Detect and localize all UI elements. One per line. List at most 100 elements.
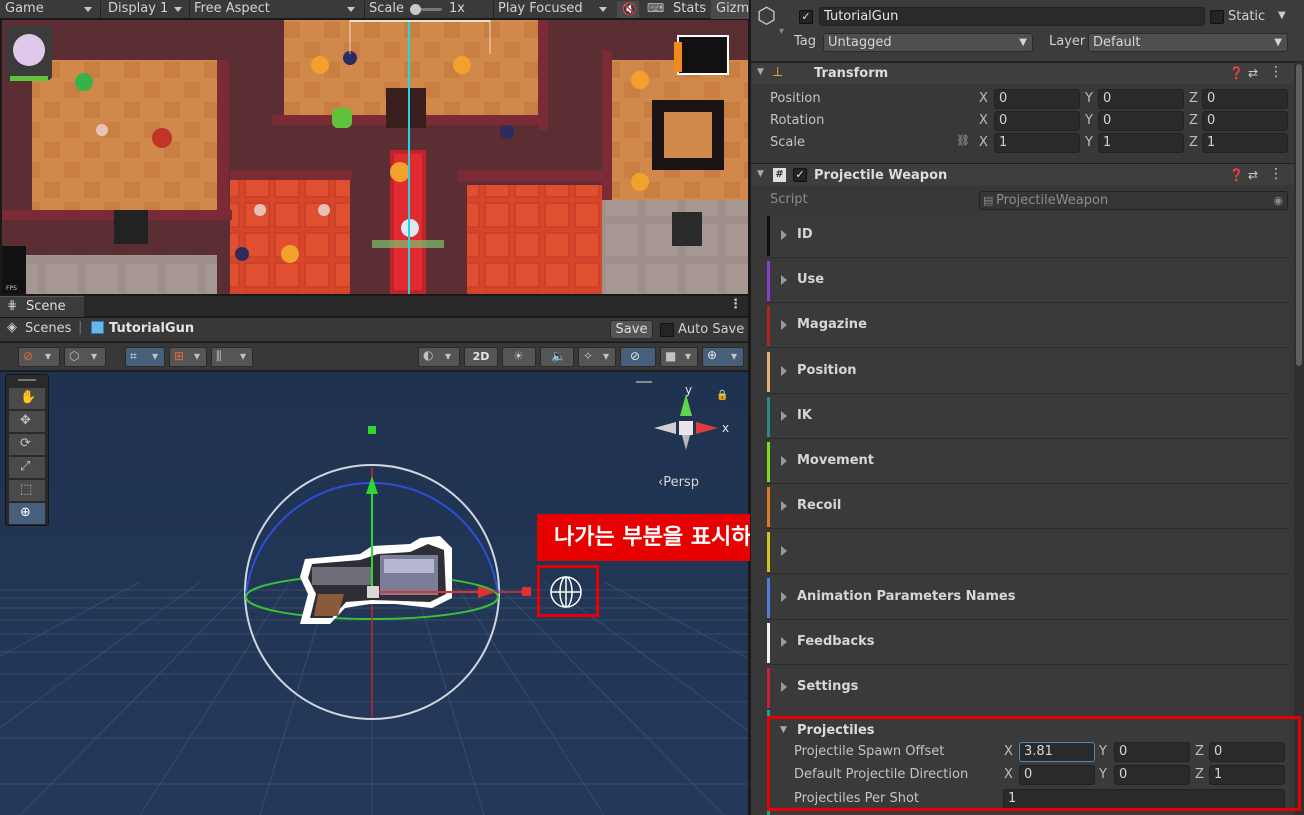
section-foldout[interactable]: Feedbacks — [767, 621, 1289, 665]
align-button[interactable]: ⫼ ▾ — [211, 347, 253, 367]
section-foldout[interactable]: IK — [767, 395, 1289, 439]
draw-mode-dropdown[interactable]: ◐ ▾ — [418, 347, 460, 367]
transform-x-field[interactable]: 0 — [994, 89, 1080, 109]
section-foldout[interactable]: Movement — [767, 440, 1289, 484]
foldout-collapsed-icon — [781, 682, 787, 692]
transform-y-field[interactable]: 0 — [1098, 89, 1184, 109]
section-foldout[interactable]: Recoil — [767, 485, 1289, 529]
transform-z-field[interactable]: 0 — [1202, 111, 1288, 131]
transform-x-field[interactable]: 0 — [994, 111, 1080, 131]
gizmos-button[interactable]: Gizm — [711, 0, 749, 19]
transform-axes-icon: ⟂ — [773, 64, 783, 80]
scene-menu-icon[interactable]: ⋮ — [729, 297, 742, 312]
script-value: ProjectileWeapon — [996, 193, 1109, 208]
auto-save-checkbox[interactable] — [660, 323, 674, 337]
inspector-scrollbar[interactable] — [1294, 62, 1304, 815]
tool-handle-position-dropdown[interactable]: ⊘ ▾ — [18, 347, 60, 367]
constrain-proportions-icon[interactable]: ⛓ — [956, 134, 970, 147]
section-foldout[interactable] — [767, 530, 1289, 574]
rect-tool-button[interactable]: ⬚ — [9, 480, 45, 501]
inspector-scrollbar-thumb[interactable] — [1296, 64, 1302, 366]
lighting-toggle[interactable]: ☀ — [502, 347, 536, 367]
shortcuts-button[interactable]: ⌨ — [643, 1, 665, 18]
section-foldout[interactable]: Use — [767, 259, 1289, 303]
stats-button[interactable]: Stats — [668, 0, 710, 19]
preset-icon[interactable]: ⇄ — [1248, 66, 1258, 80]
foldout-collapsed-icon — [781, 366, 787, 376]
grid-snap-button[interactable]: ⌗ ▾ — [125, 347, 165, 367]
increment-snap-button[interactable]: ⊞ ▾ — [169, 347, 207, 367]
transform-y-field[interactable]: 0 — [1098, 111, 1184, 131]
tool-rotation-dropdown[interactable]: ⬡ ▾ — [64, 347, 106, 367]
tab-scene[interactable]: ⋕ Scene — [0, 296, 84, 317]
breadcrumb-object[interactable]: TutorialGun — [109, 321, 194, 336]
game-render: FPS — [2, 20, 748, 294]
audio-toggle[interactable]: 🔈 — [540, 347, 574, 367]
breadcrumb: ◈ Scenes | TutorialGun Save Auto Save — [0, 318, 748, 342]
section-foldout[interactable]: Magazine — [767, 304, 1289, 348]
foldout-collapsed-icon — [781, 592, 787, 602]
component-menu-icon[interactable]: ⋮ — [1269, 64, 1283, 80]
section-color-bar — [767, 623, 770, 663]
save-button[interactable]: Save — [610, 320, 653, 339]
section-foldout[interactable]: Settings — [767, 666, 1289, 710]
help-icon[interactable]: ❓ — [1229, 168, 1244, 182]
game-tab-dropdown[interactable]: Game — [0, 0, 98, 19]
transform-z-field[interactable]: 1 — [1202, 133, 1288, 153]
scene-tab-label: Scene — [26, 299, 66, 314]
projection-label: ‹Persp — [658, 475, 699, 490]
transform-header[interactable]: ▼ ⟂ Transform ❓ ⇄ ⋮ — [751, 62, 1304, 84]
object-picker-icon[interactable]: ◉ — [1273, 192, 1283, 209]
section-foldout[interactable]: ID — [767, 214, 1289, 258]
scale-tool-button[interactable]: ⤢ — [9, 457, 45, 478]
axis-y-label: Y — [1085, 113, 1093, 128]
game-tab-label: Game — [5, 1, 44, 16]
move-tool-button[interactable]: ✥ — [9, 411, 45, 432]
transform-x-field[interactable]: 1 — [994, 133, 1080, 153]
transform-tool-button[interactable]: ⊕ — [9, 503, 45, 524]
effects-dropdown[interactable]: ✧ ▾ — [578, 347, 616, 367]
breadcrumb-scenes[interactable]: Scenes — [25, 321, 71, 336]
aspect-dropdown[interactable]: Free Aspect — [189, 0, 361, 19]
transform-z-field[interactable]: 0 — [1202, 89, 1288, 109]
layer-label: Layer — [1049, 34, 1086, 49]
camera-dropdown[interactable]: ■ ▾ — [660, 347, 698, 367]
section-color-bar — [767, 578, 770, 618]
section-foldout[interactable]: Position — [767, 350, 1289, 394]
component-menu-icon[interactable]: ⋮ — [1269, 166, 1283, 182]
static-dropdown-icon[interactable]: ▼ — [1278, 10, 1286, 21]
hand-tool-button[interactable]: ✋ — [9, 388, 45, 409]
snap-icon: ⊞ — [174, 349, 185, 363]
cube-icon: ⬡ — [69, 349, 80, 363]
chevron-down-icon: ▾ — [603, 349, 610, 363]
scale-slider[interactable] — [410, 4, 442, 15]
chevron-down-icon: ▾ — [91, 349, 98, 363]
transform-y-field[interactable]: 1 — [1098, 133, 1184, 153]
static-checkbox[interactable] — [1210, 10, 1224, 24]
static-label: Static — [1228, 9, 1266, 24]
preset-icon[interactable]: ⇄ — [1248, 168, 1258, 182]
lightbulb-icon: ☀ — [513, 349, 524, 363]
inspector-panel: ⬡ ✓ TutorialGun Static ▼ ▾ Tag Untagged ▼… — [750, 0, 1304, 815]
help-icon[interactable]: ❓ — [1229, 66, 1244, 80]
object-name-field[interactable]: TutorialGun — [819, 7, 1205, 26]
game-view[interactable]: FPS — [2, 20, 748, 294]
scene-visibility-toggle[interactable]: ⊘ — [620, 347, 656, 367]
display-dropdown[interactable]: Display 1 — [103, 0, 188, 19]
layer-dropdown[interactable]: Default ▼ — [1088, 33, 1288, 52]
tag-dropdown[interactable]: Untagged ▼ — [823, 33, 1033, 52]
section-foldout[interactable]: Animation Parameters Names — [767, 576, 1289, 620]
toggle-2d-button[interactable]: 2D — [464, 347, 498, 367]
scale-slider-handle[interactable] — [410, 4, 421, 15]
projectile-weapon-header[interactable]: ▼ # ✓ Projectile Weapon ❓ ⇄ ⋮ — [751, 163, 1304, 185]
section-color-bar — [767, 216, 770, 256]
axis-y-label: y — [685, 383, 692, 397]
play-mode-dropdown[interactable]: Play Focused — [493, 0, 613, 19]
active-checkbox[interactable]: ✓ — [799, 10, 813, 24]
scene-view[interactable]: y x ‹Persp 🔒 — [0, 372, 748, 815]
gizmos-dropdown[interactable]: ⊕ ▾ — [702, 347, 744, 367]
mute-audio-button[interactable]: 🔇 — [617, 1, 639, 18]
rotate-tool-button[interactable]: ⟳ — [9, 434, 45, 455]
tool-palette: ✋ ✥ ⟳ ⤢ ⬚ ⊕ — [5, 374, 49, 526]
component-enabled-checkbox[interactable]: ✓ — [793, 168, 807, 182]
